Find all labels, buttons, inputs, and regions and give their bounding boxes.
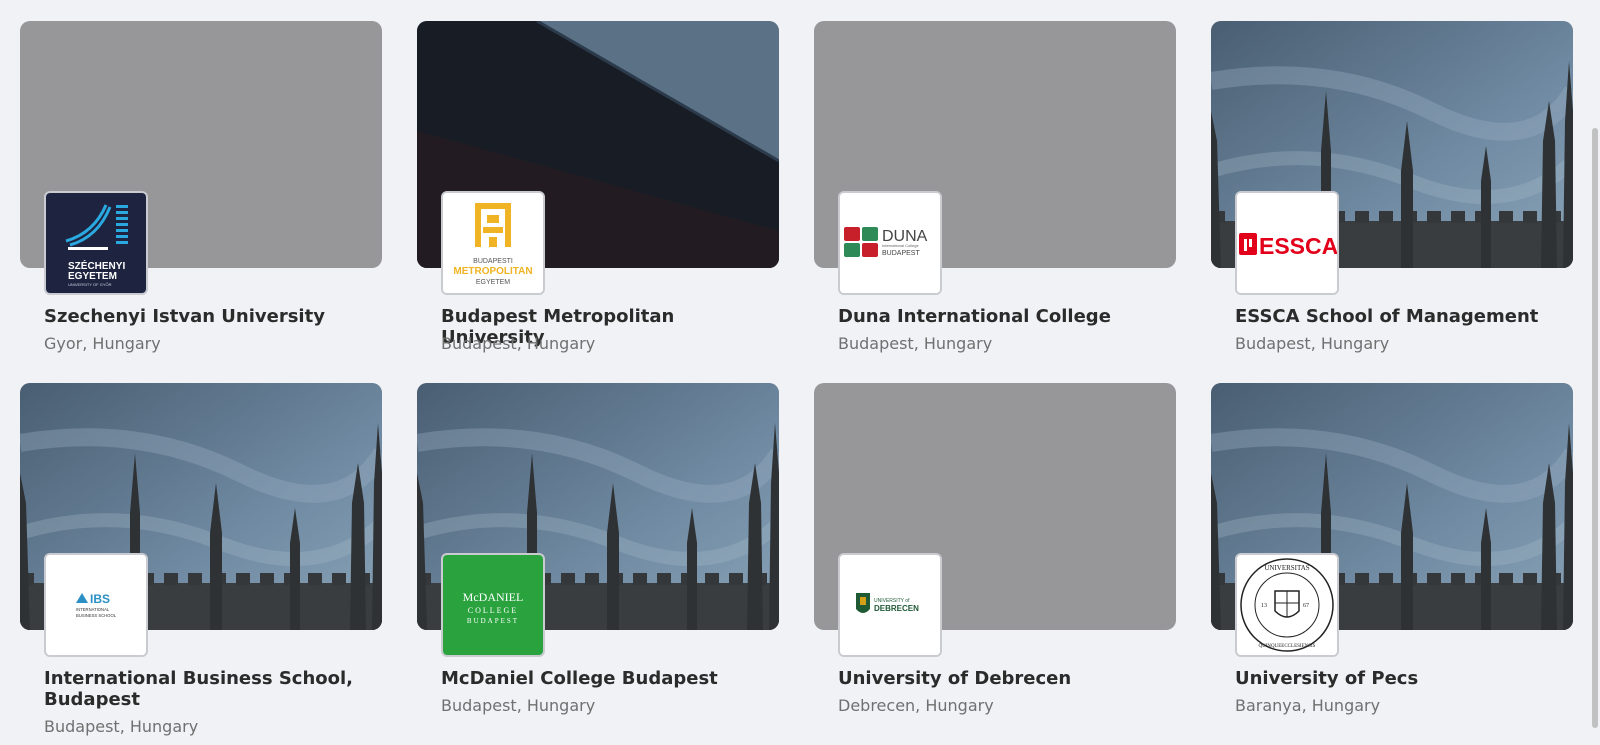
university-name[interactable]: International Business School, Budapest <box>44 668 374 710</box>
university-location: Budapest, Hungary <box>441 696 596 715</box>
metropolitan-logo: BUDAPESTI METROPOLITAN EGYETEM <box>441 191 545 295</box>
pecs-seal-text-1: UNIVERSITAS <box>1264 564 1309 572</box>
university-name[interactable]: Duna International College <box>838 306 1168 327</box>
university-location: Budapest, Hungary <box>1235 334 1390 353</box>
university-location: Budapest, Hungary <box>838 334 993 353</box>
mcdaniel-logo-text-2: COLLEGE <box>468 606 518 615</box>
university-grid: SZÉCHENYI EGYETEM UNIVERSITY OF GYŐR Sze… <box>20 21 1573 745</box>
university-name[interactable]: Szechenyi Istvan University <box>44 306 374 327</box>
debrecen-logo: UNIVERSITY of DEBRECEN <box>838 553 942 657</box>
university-name[interactable]: ESSCA School of Management <box>1235 306 1565 327</box>
ibs-logo-text-2: INTERNATIONAL <box>76 607 110 612</box>
page-scrollbar[interactable] <box>1588 0 1600 738</box>
mcdaniel-logo-text-3: BUDAPEST <box>467 617 519 625</box>
mcdaniel-logo-text-1: McDANIEL <box>463 590 524 604</box>
mcdaniel-logo: McDANIEL COLLEGE BUDAPEST <box>441 553 545 657</box>
university-card[interactable]: McDANIEL COLLEGE BUDAPEST McDaniel Colle… <box>417 383 779 745</box>
duna-logo: DUNA International College BUDAPEST <box>838 191 942 295</box>
metropolitan-logo-text-2: METROPOLITAN <box>453 266 532 277</box>
university-location: Gyor, Hungary <box>44 334 161 353</box>
szechenyi-logo: SZÉCHENYI EGYETEM UNIVERSITY OF GYŐR <box>44 191 148 295</box>
essca-logo: ESSCA <box>1235 191 1339 295</box>
pecs-seal-logo: UNIVERSITAS QUINQUEECCLESIENSIS 13 67 <box>1235 553 1339 657</box>
university-location: Budapest, Hungary <box>44 717 199 736</box>
university-location: Baranya, Hungary <box>1235 696 1381 715</box>
metropolitan-logo-text-3: EGYETEM <box>476 279 510 286</box>
university-card[interactable]: ESSCA ESSCA School of Management Budapes… <box>1211 21 1573 383</box>
university-card[interactable]: IBS INTERNATIONAL BUSINESS SCHOOL Intern… <box>20 383 382 745</box>
university-name[interactable]: University of Debrecen <box>838 668 1168 689</box>
university-name[interactable]: University of Pecs <box>1235 668 1565 689</box>
scrollbar-thumb[interactable] <box>1592 128 1598 728</box>
debrecen-logo-text-2: DEBRECEN <box>874 604 919 613</box>
pecs-seal-text-3: 13 <box>1261 603 1267 609</box>
metropolitan-logo-text-1: BUDAPESTI <box>473 258 513 265</box>
szechenyi-logo-text-3: UNIVERSITY OF GYŐR <box>68 282 112 287</box>
university-card[interactable]: SZÉCHENYI EGYETEM UNIVERSITY OF GYŐR Sze… <box>20 21 382 383</box>
szechenyi-logo-text-2: EGYETEM <box>68 271 117 282</box>
university-card[interactable]: UNIVERSITY of DEBRECEN University of Deb… <box>814 383 1176 745</box>
ibs-logo-text-3: BUSINESS SCHOOL <box>76 613 117 618</box>
duna-logo-text-3: BUDAPEST <box>882 250 920 257</box>
essca-logo-text: ESSCA <box>1259 233 1337 259</box>
pecs-seal-text-2: QUINQUEECCLESIENSIS <box>1259 644 1316 649</box>
ibs-logo-text-1: IBS <box>90 592 110 606</box>
university-card[interactable]: BUDAPESTI METROPOLITAN EGYETEM Budapest … <box>417 21 779 383</box>
university-location: Budapest, Hungary <box>441 334 596 353</box>
ibs-logo: IBS INTERNATIONAL BUSINESS SCHOOL <box>44 553 148 657</box>
university-name[interactable]: McDaniel College Budapest <box>441 668 771 689</box>
university-card[interactable]: UNIVERSITAS QUINQUEECCLESIENSIS 13 67 Un… <box>1211 383 1573 745</box>
pecs-seal-text-4: 67 <box>1303 603 1309 609</box>
university-card[interactable]: DUNA International College BUDAPEST Duna… <box>814 21 1176 383</box>
duna-logo-text-2: International College <box>882 243 919 248</box>
university-location: Debrecen, Hungary <box>838 696 994 715</box>
